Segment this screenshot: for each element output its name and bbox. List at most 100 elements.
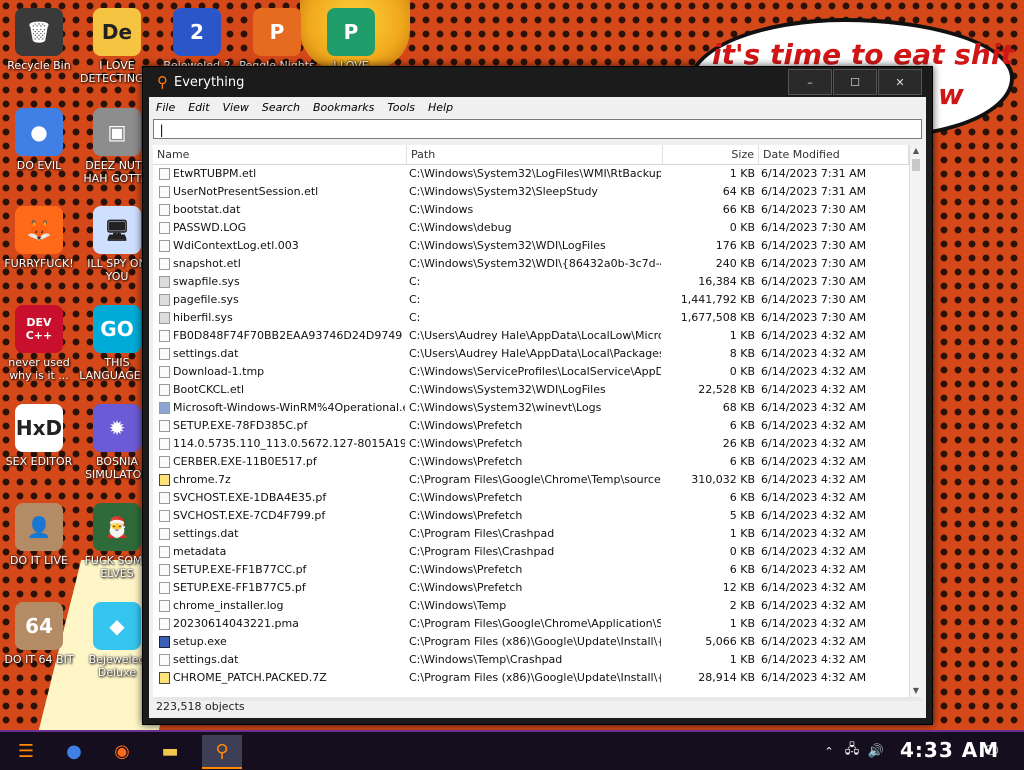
file-path: C:\Windows\Prefetch <box>409 419 523 432</box>
menu-bookmarks[interactable]: Bookmarks <box>306 101 380 114</box>
volume-icon[interactable]: 🔊 <box>864 744 888 759</box>
file-date: 6/14/2023 4:32 AM <box>761 491 867 504</box>
taskbar-explorer-icon[interactable]: ▬ <box>150 735 190 767</box>
file-row[interactable]: bootstat.dat C:\Windows 66 KB 6/14/2023 7:3… <box>153 201 910 219</box>
desktop-icon-publisher[interactable]: PI LOVE <box>312 8 390 72</box>
menu-bar: File Edit View Search Bookmarks Tools He… <box>149 97 926 117</box>
file-row[interactable]: FB0D848F74F70BB2EAA93746D24D9749 C:\Users… <box>153 327 910 345</box>
bosnia-simulator-icon: ✹ <box>93 404 141 452</box>
taskbar-firefox-icon[interactable]: ◉ <box>102 735 142 767</box>
desktop-icon-dev-cpp[interactable]: DEV C++ never used why is it ... <box>0 305 78 382</box>
file-path: C:\Windows\Temp\Crashpad <box>409 653 563 666</box>
menu-help[interactable]: Help <box>421 101 459 114</box>
file-row[interactable]: pagefile.sys C: 1,441,792 KB 6/14/2023 7:30… <box>153 291 910 309</box>
close-button[interactable]: ✕ <box>878 69 922 95</box>
file-row[interactable]: chrome_installer.log C:\Windows\Temp 2 KB 6… <box>153 597 910 615</box>
column-header-name[interactable]: Name <box>153 145 407 164</box>
file-date: 6/14/2023 4:32 AM <box>761 473 867 486</box>
file-row[interactable]: metadata C:\Program Files\Crashpad 0 KB 6/1… <box>153 543 910 561</box>
file-file-icon <box>159 186 170 198</box>
file-row[interactable]: CERBER.EXE-11B0E517.pf C:\Windows\Prefetc… <box>153 453 910 471</box>
file-date: 6/14/2023 4:32 AM <box>761 653 867 666</box>
file-row[interactable]: settings.dat C:\Users\Audrey Hale\AppData… <box>153 345 910 363</box>
bejeweled-deluxe-icon: ◆ <box>93 602 141 650</box>
desktop-icon-do-it-64-bit[interactable]: 64 DO IT 64 BIT <box>0 602 78 666</box>
title-bar[interactable]: ⚲ Everything – ☐ ✕ <box>143 67 932 97</box>
network-icon[interactable]: 🖧 <box>840 740 864 762</box>
taskbar-start-icon[interactable]: ☰ <box>6 735 46 767</box>
file-row[interactable]: snapshot.etl C:\Windows\System32\WDI\{864… <box>153 255 910 273</box>
file-row[interactable]: Download-1.tmp C:\Windows\ServiceProfiles… <box>153 363 910 381</box>
desktop-icon-chrome[interactable]: ● DO EVIL <box>0 108 78 172</box>
file-row[interactable]: SETUP.EXE-FF1B77CC.pf C:\Windows\Prefetch… <box>153 561 910 579</box>
file-file-icon <box>159 582 170 594</box>
file-date: 6/14/2023 7:30 AM <box>761 311 867 324</box>
menu-edit[interactable]: Edit <box>181 101 215 114</box>
file-file-icon <box>159 510 170 522</box>
menu-tools[interactable]: Tools <box>380 101 421 114</box>
file-row[interactable]: SETUP.EXE-78FD385C.pf C:\Windows\Prefetch… <box>153 417 910 435</box>
file-row[interactable]: settings.dat C:\Program Files\Crashpad 1 K… <box>153 525 910 543</box>
maximize-button[interactable]: ☐ <box>833 69 877 95</box>
file-row[interactable]: SETUP.EXE-FF1B77C5.pf C:\Windows\Prefetch… <box>153 579 910 597</box>
fuck-some-elves-icon: 🎅 <box>93 503 141 551</box>
file-path: C:\Windows\Prefetch <box>409 563 523 576</box>
file-row[interactable]: BootCKCL.etl C:\Windows\System32\WDI\LogF… <box>153 381 910 399</box>
file-row[interactable]: 20230614043221.pma C:\Program Files\Googl… <box>153 615 910 633</box>
file-row[interactable]: 114.0.5735.110_113.0.5672.127-8015A195.p… <box>153 435 910 453</box>
file-row[interactable]: SVCHOST.EXE-7CD4F799.pf C:\Windows\Prefet… <box>153 507 910 525</box>
column-header-date-modified[interactable]: Date Modified <box>759 145 909 164</box>
search-input[interactable]: | <box>153 119 922 139</box>
column-header: Name Path Size Date Modified <box>153 145 910 165</box>
file-date: 6/14/2023 7:30 AM <box>761 203 867 216</box>
file-row[interactable]: EtwRTUBPM.etl C:\Windows\System32\LogFile… <box>153 165 910 183</box>
vertical-scrollbar[interactable]: ▲ ▼ <box>909 145 922 697</box>
scroll-down-arrow-icon[interactable]: ▼ <box>910 685 922 697</box>
file-file-icon <box>159 654 170 666</box>
file-row[interactable]: PASSWD.LOG C:\Windows\debug 0 KB 6/14/2023 … <box>153 219 910 237</box>
desktop-icon-do-it-live[interactable]: 👤 DO IT LIVE <box>0 503 78 567</box>
file-row[interactable]: UserNotPresentSession.etl C:\Windows\Syst… <box>153 183 910 201</box>
menu-file[interactable]: File <box>149 101 181 114</box>
file-size: 5 KB <box>729 509 755 522</box>
scrollbar-thumb[interactable] <box>912 159 920 171</box>
file-date: 6/14/2023 4:32 AM <box>761 419 867 432</box>
desktop-icon-label: never used why is it ... <box>8 356 70 382</box>
column-header-size[interactable]: Size <box>663 145 759 164</box>
file-date: 6/14/2023 4:32 AM <box>761 437 867 450</box>
file-path: C:\Program Files\Google\Chrome\Applicati… <box>409 617 661 630</box>
evt-file-icon <box>159 402 170 414</box>
taskbar-everything-icon[interactable]: ⚲ <box>202 735 242 769</box>
file-row[interactable]: WdiContextLog.etl.003 C:\Windows\System32… <box>153 237 910 255</box>
file-size: 0 KB <box>729 365 755 378</box>
menu-search[interactable]: Search <box>255 101 306 114</box>
file-row[interactable]: CHROME_PATCH.PACKED.7Z C:\Program Files (… <box>153 669 910 687</box>
file-row[interactable]: setup.exe C:\Program Files (x86)\Google\U… <box>153 633 910 651</box>
file-name: FB0D848F74F70BB2EAA93746D24D9749 <box>173 329 403 342</box>
file-row[interactable]: SVCHOST.EXE-1DBA4E35.pf C:\Windows\Prefet… <box>153 489 910 507</box>
dev-cpp-icon: DEV C++ <box>15 305 63 353</box>
file-path: C:\Windows\Prefetch <box>409 581 523 594</box>
file-row[interactable]: settings.dat C:\Windows\Temp\Crashpad 1 KB… <box>153 651 910 669</box>
column-header-path[interactable]: Path <box>407 145 663 164</box>
minimize-button[interactable]: – <box>788 69 832 95</box>
file-row[interactable]: swapfile.sys C: 16,384 KB 6/14/2023 7:30 AM <box>153 273 910 291</box>
desktop-icon-firefox[interactable]: 🦊 FURRYFUCK! <box>0 206 78 270</box>
file-row[interactable]: Microsoft-Windows-WinRM%4Operational.evt… <box>153 399 910 417</box>
desktop-icon-hxd-editor[interactable]: HxD SEX EDITOR <box>0 404 78 468</box>
menu-view[interactable]: View <box>216 101 255 114</box>
file-row[interactable]: chrome.7z C:\Program Files\Google\Chrome\… <box>153 471 910 489</box>
scroll-up-arrow-icon[interactable]: ▲ <box>910 145 922 157</box>
desktop-icon-peggle-nights[interactable]: PPeggle Nights <box>238 8 316 72</box>
taskbar-chrome-icon[interactable]: ● <box>54 735 94 767</box>
window-title: Everything <box>174 74 245 90</box>
file-name: CHROME_PATCH.PACKED.7Z <box>173 671 327 684</box>
desktop-icon-recycle-bin[interactable]: 🗑 Recycle Bin <box>0 8 78 72</box>
file-row[interactable]: hiberfil.sys C: 1,677,508 KB 6/14/2023 7:30… <box>153 309 910 327</box>
file-size: 1,441,792 KB <box>680 293 755 306</box>
tray-overflow-icon[interactable]: ⌃ <box>818 745 840 758</box>
desktop-icon-label: SEX EDITOR <box>5 455 73 468</box>
file-name: metadata <box>173 545 227 558</box>
desktop-icon-bejeweled-2[interactable]: 2Bejeweled 2 <box>158 8 236 72</box>
notification-center-icon[interactable]: 🗨 <box>982 732 1001 770</box>
